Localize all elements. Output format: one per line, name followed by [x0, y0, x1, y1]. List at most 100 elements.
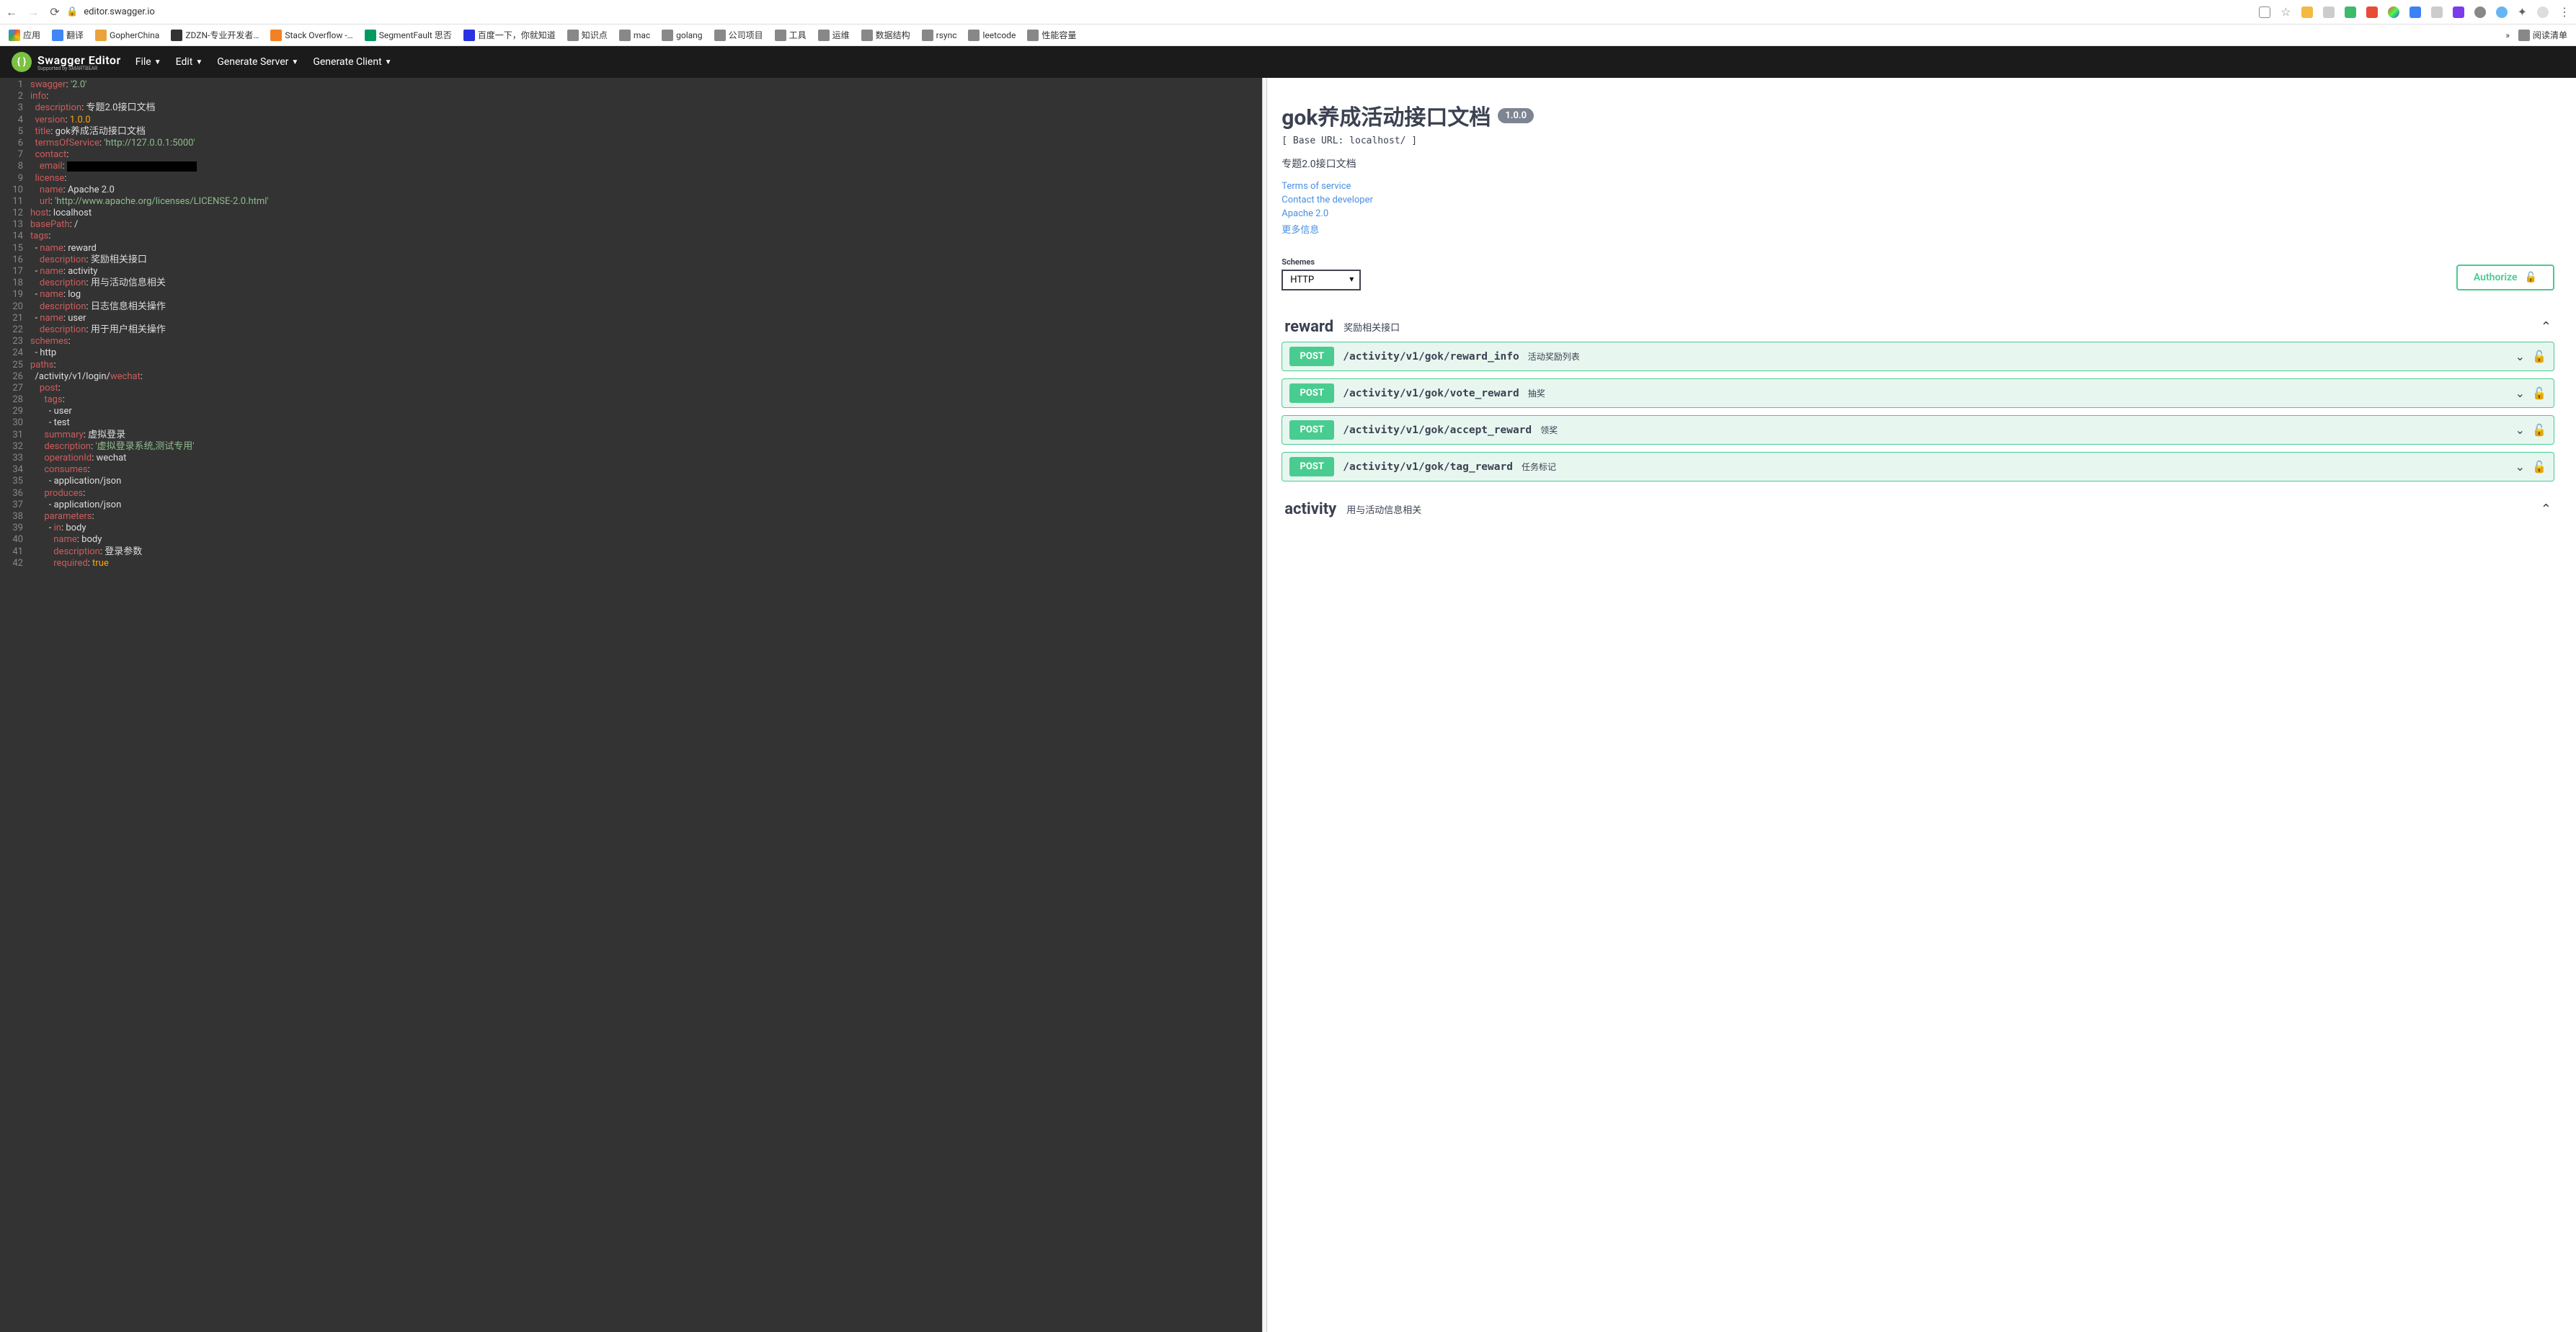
ext-icon-3[interactable] — [2345, 6, 2356, 18]
bookmark-overflow[interactable]: » — [2505, 30, 2510, 40]
logo: { } Swagger Editor Supported by SMARTBEA… — [12, 52, 121, 72]
tag-header[interactable]: activity 用与活动信息相关 ⌃ — [1282, 494, 2554, 524]
ext-icon-6[interactable] — [2410, 6, 2421, 18]
star-icon[interactable]: ☆ — [2280, 5, 2291, 19]
method-badge: POST — [1289, 347, 1334, 366]
tos-link[interactable]: Terms of service — [1282, 181, 2554, 192]
tag-name: activity — [1284, 500, 1336, 518]
ext-icon-9[interactable] — [2474, 6, 2486, 18]
operation-summary: 领奖 — [1540, 424, 1558, 436]
logo-icon: { } — [12, 52, 32, 72]
tag-block: activity 用与活动信息相关 ⌃ — [1282, 494, 2554, 524]
preview-pane: gok养成活动接口文档 1.0.0 [ Base URL: localhost/… — [1267, 78, 2576, 1332]
bookmark-folder[interactable]: 数据结构 — [861, 29, 910, 41]
chevron-down-icon: ⌄ — [2515, 350, 2525, 363]
operation-path: /activity/v1/gok/tag_reward — [1343, 461, 1513, 473]
ext-icon-5[interactable] — [2388, 6, 2399, 18]
code-body[interactable]: swagger: '2.0'info: description: 专题2.0接口… — [30, 78, 1262, 571]
bookmark-folder[interactable]: rsync — [922, 30, 957, 41]
app-header: { } Swagger Editor Supported by SMARTBEA… — [0, 46, 2576, 78]
chevron-down-icon: ⌄ — [2515, 386, 2525, 400]
bookmark-folder[interactable]: 性能容量 — [1027, 29, 1076, 41]
bookmark-folder[interactable]: 工具 — [775, 29, 807, 41]
bookmark-item[interactable]: 百度一下，你就知道 — [463, 29, 556, 41]
bookmark-item[interactable]: GopherChina — [95, 30, 159, 41]
editor-pane[interactable]: 1234567891011121314151617181920212223242… — [0, 78, 1262, 1332]
url-text: editor.swagger.io — [84, 6, 155, 17]
reload-icon[interactable]: ⟳ — [49, 6, 61, 18]
tag-name: reward — [1284, 318, 1333, 336]
chevron-down-icon: ⌄ — [2515, 460, 2525, 474]
bookmark-folder[interactable]: golang — [662, 30, 702, 41]
lock-icon: 🔒 — [66, 6, 78, 17]
license-link[interactable]: Apache 2.0 — [1282, 208, 2554, 219]
bookmark-folder[interactable]: mac — [619, 30, 650, 41]
tag-header[interactable]: reward奖励相关接口⌃ — [1282, 312, 2554, 342]
api-version-badge: 1.0.0 — [1498, 108, 1534, 123]
browser-toolbar: ← → ⟳ 🔒 editor.swagger.io ☆ ✦ ⋮ — [0, 0, 2576, 25]
bookmark-item[interactable]: 翻译 — [52, 29, 84, 41]
extensions-icon[interactable]: ✦ — [2518, 5, 2527, 19]
line-gutter: 1234567891011121314151617181920212223242… — [0, 78, 30, 571]
bookmark-folder[interactable]: 知识点 — [567, 29, 608, 41]
operation-summary: 抽奖 — [1528, 387, 1545, 399]
ext-icon-8[interactable] — [2453, 6, 2464, 18]
operation-summary: 任务标记 — [1522, 461, 1556, 473]
bookmark-folder[interactable]: leetcode — [968, 30, 1016, 41]
bookmark-folder[interactable]: 公司项目 — [714, 29, 763, 41]
tag-block: reward奖励相关接口⌃POST/activity/v1/gok/reward… — [1282, 312, 2554, 481]
operation-row[interactable]: POST/activity/v1/gok/reward_info活动奖励列表⌄🔓 — [1282, 342, 2554, 371]
translate-icon[interactable] — [2259, 6, 2270, 18]
back-icon[interactable]: ← — [6, 6, 17, 18]
menu-generate-client[interactable]: Generate Client▼ — [313, 56, 391, 68]
bookmark-item[interactable]: Stack Overflow -… — [270, 30, 352, 41]
address-bar[interactable]: 🔒 editor.swagger.io — [66, 6, 283, 17]
api-title: gok养成活动接口文档 — [1282, 99, 1491, 131]
api-header: gok养成活动接口文档 1.0.0 [ Base URL: localhost/… — [1282, 99, 2554, 236]
schemes-label: Schemes — [1282, 257, 1361, 267]
ext-icon-10[interactable] — [2496, 6, 2508, 18]
chevron-down-icon: ▼ — [154, 58, 161, 66]
authorize-button[interactable]: Authorize 🔓 — [2456, 265, 2554, 290]
ext-icon-2[interactable] — [2323, 6, 2335, 18]
bookmark-item[interactable]: SegmentFault 思否 — [365, 29, 452, 41]
pane-separator[interactable] — [1262, 78, 1267, 1332]
menu-generate-server[interactable]: Generate Server▼ — [217, 56, 298, 68]
method-badge: POST — [1289, 383, 1334, 403]
scheme-select[interactable]: HTTP — [1282, 270, 1361, 290]
operation-row[interactable]: POST/activity/v1/gok/vote_reward 抽奖 ⌄ 🔓 — [1282, 378, 2554, 408]
menu-edit[interactable]: Edit▼ — [176, 56, 203, 68]
lock-icon: 🔓 — [2532, 460, 2546, 474]
chevron-up-icon: ⌃ — [2541, 502, 2551, 517]
api-description: 专题2.0接口文档 — [1282, 156, 2554, 171]
menu-icon[interactable]: ⋮ — [2559, 5, 2570, 19]
method-badge: POST — [1289, 457, 1334, 476]
operation-path: /activity/v1/gok/vote_reward — [1343, 388, 1519, 399]
lock-icon: 🔓 — [2532, 350, 2546, 363]
method-badge: POST — [1289, 420, 1334, 440]
contact-link[interactable]: Contact the developer — [1282, 195, 2554, 205]
reading-list[interactable]: 阅读清单 — [2518, 29, 2567, 41]
tag-description: 奖励相关接口 — [1343, 320, 1400, 334]
bookmark-bar: 应用 翻译 GopherChina ZDZN-专业开发者… Stack Over… — [0, 25, 2576, 46]
ext-icon-7[interactable] — [2431, 6, 2443, 18]
menu-file[interactable]: File▼ — [136, 56, 161, 68]
chevron-down-icon: ⌄ — [2515, 423, 2525, 437]
operation-path: /activity/v1/gok/reward_info — [1343, 351, 1519, 363]
ext-icon-4[interactable] — [2366, 6, 2378, 18]
api-links: Terms of service Contact the developer A… — [1282, 181, 2554, 236]
apps-button[interactable]: 应用 — [9, 29, 40, 41]
operation-path: /activity/v1/gok/accept_reward — [1343, 425, 1532, 436]
chevron-down-icon: ▼ — [195, 58, 203, 66]
operation-row[interactable]: POST/activity/v1/gok/tag_reward 任务标记 ⌄ 🔓 — [1282, 452, 2554, 481]
more-link[interactable]: 更多信息 — [1282, 222, 2554, 236]
tag-description: 用与活动信息相关 — [1346, 502, 1421, 516]
profile-icon[interactable] — [2537, 6, 2549, 18]
chevron-down-icon: ▼ — [291, 58, 298, 66]
forward-icon[interactable]: → — [27, 6, 39, 18]
bookmark-folder[interactable]: 运维 — [818, 29, 850, 41]
operation-row[interactable]: POST/activity/v1/gok/accept_reward领奖⌄🔓 — [1282, 415, 2554, 445]
lock-icon: 🔓 — [2532, 386, 2546, 400]
ext-icon-1[interactable] — [2301, 6, 2313, 18]
bookmark-item[interactable]: ZDZN-专业开发者… — [171, 29, 259, 41]
